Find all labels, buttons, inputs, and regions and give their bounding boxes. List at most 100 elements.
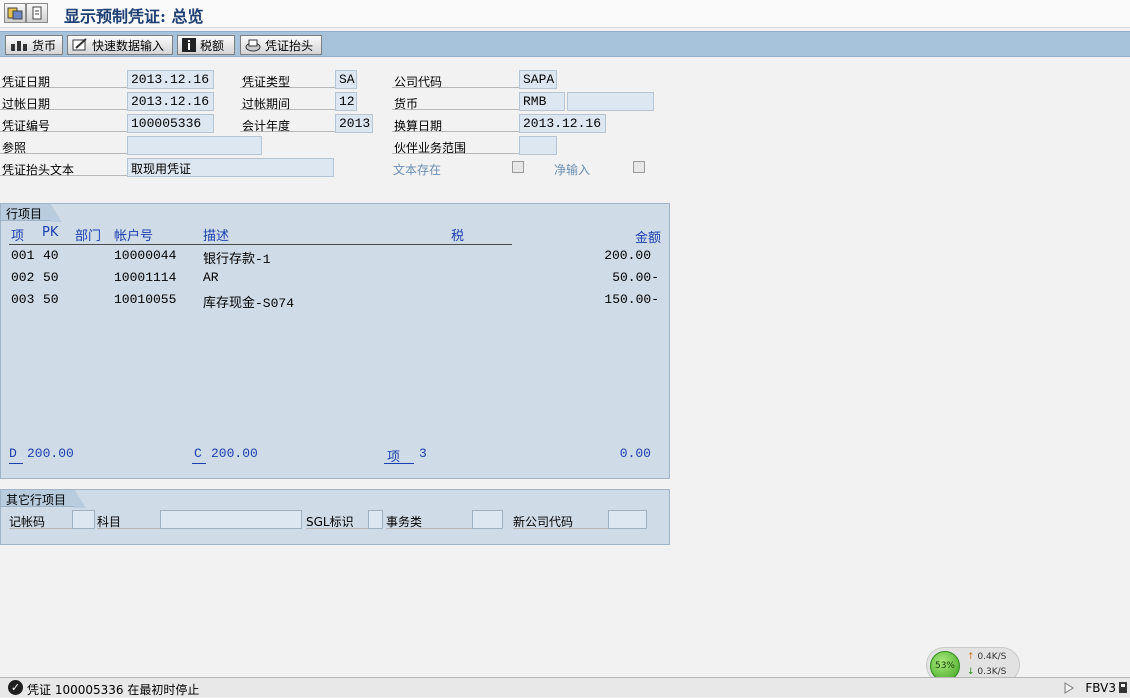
doc-number-label: 凭证编号 bbox=[2, 119, 51, 133]
row2-account[interactable]: 10001114 bbox=[114, 270, 176, 285]
row3-pk: 50 bbox=[43, 292, 59, 307]
document-icon bbox=[32, 6, 42, 20]
net-entry-label: 净输入 bbox=[554, 163, 591, 177]
debit-total-value: 200.00 bbox=[27, 446, 74, 461]
upload-speed-value: 0.4K/S bbox=[977, 652, 1007, 662]
posting-key-label: 记帐码 bbox=[9, 511, 72, 529]
line-items-panel-title: 行项目 bbox=[0, 203, 63, 222]
posting-date-label: 过帐日期 bbox=[2, 97, 51, 111]
transaction-type-label: 事务类 bbox=[386, 511, 472, 529]
col-header-description[interactable]: 描述 bbox=[203, 225, 229, 244]
new-company-code-label: 新公司代码 bbox=[513, 511, 608, 529]
item-count-value: 3 bbox=[419, 446, 427, 461]
reference-label: 参照 bbox=[2, 141, 27, 155]
transaction-code: FBV3 bbox=[1085, 681, 1116, 695]
company-code-label: 公司代码 bbox=[394, 75, 443, 89]
fast-entry-icon bbox=[72, 38, 87, 51]
fast-data-entry-label: 快速数据输入 bbox=[92, 38, 165, 53]
tax-amount-label: 税额 bbox=[200, 38, 225, 53]
up-arrow-icon: ↑ bbox=[967, 652, 975, 662]
row1-pk: 40 bbox=[43, 248, 59, 263]
row3-description: 库存现金-S074 bbox=[203, 296, 295, 311]
translation-date-label: 换算日期 bbox=[394, 119, 443, 133]
down-arrow-icon: ↓ bbox=[967, 667, 975, 677]
sgl-indicator-field[interactable] bbox=[368, 510, 383, 529]
line-items-panel: 行项目 项 PK 部门 帐户号 描述 税 金额 001 40 10000044 … bbox=[0, 203, 670, 479]
fiscal-year-field[interactable]: 2013 bbox=[335, 114, 373, 133]
application-toolbar: 货币 快速数据输入 税额 凭证抬头 bbox=[0, 31, 1130, 57]
text-exists-checkbox[interactable] bbox=[512, 161, 524, 173]
currency-extra-field[interactable] bbox=[567, 92, 654, 111]
row2-amount: 50.00- bbox=[612, 270, 659, 285]
item-count-underline bbox=[384, 463, 414, 464]
header-text-label: 凭证抬头文本 bbox=[2, 163, 75, 177]
row1-item[interactable]: 001 bbox=[11, 248, 34, 263]
tax-amount-button[interactable]: 税额 bbox=[177, 35, 235, 55]
row1-amount: 200.00 bbox=[604, 248, 651, 263]
balance-value: 0.00 bbox=[619, 446, 651, 461]
debit-total-label[interactable]: D bbox=[9, 446, 17, 461]
doc-type-field[interactable]: SA bbox=[335, 70, 357, 89]
currency-field[interactable]: RMB bbox=[519, 92, 565, 111]
header-divider bbox=[9, 244, 512, 245]
col-header-pk[interactable]: PK bbox=[42, 225, 58, 240]
layout-menu-button[interactable] bbox=[26, 3, 48, 23]
row1-account[interactable]: 10000044 bbox=[114, 248, 176, 263]
period-label: 过帐期间 bbox=[242, 97, 291, 111]
new-company-code-field[interactable] bbox=[608, 510, 647, 529]
upload-speed: ↑ 0.4K/S bbox=[967, 652, 1006, 662]
doc-type-label: 凭证类型 bbox=[242, 75, 291, 89]
col-header-dept[interactable]: 部门 bbox=[75, 225, 101, 244]
translation-date-field[interactable]: 2013.12.16 bbox=[519, 114, 606, 133]
account-field[interactable] bbox=[160, 510, 302, 529]
col-header-amount[interactable]: 金额 bbox=[635, 227, 661, 246]
system-menu-button[interactable] bbox=[4, 3, 26, 23]
reference-field[interactable] bbox=[127, 136, 262, 155]
download-speed-value: 0.3K/S bbox=[977, 667, 1007, 677]
credit-total-value: 200.00 bbox=[211, 446, 258, 461]
currency-button[interactable]: 货币 bbox=[5, 35, 63, 55]
header-text-field[interactable]: 取现用凭证 bbox=[127, 158, 334, 177]
row2-pk: 50 bbox=[43, 270, 59, 285]
company-code-field[interactable]: SAPA bbox=[519, 70, 557, 89]
text-exists-label: 文本存在 bbox=[393, 163, 442, 177]
other-line-item-panel: 其它行项目 记帐码 科目 SGL标识 事务类 新公司代码 bbox=[0, 489, 670, 545]
session-icon[interactable] bbox=[1118, 681, 1128, 694]
info-icon bbox=[182, 38, 196, 52]
fast-data-entry-button[interactable]: 快速数据输入 bbox=[67, 35, 173, 55]
row3-amount: 150.00- bbox=[604, 292, 659, 307]
currency-icon bbox=[11, 41, 27, 51]
row1-description: 银行存款-1 bbox=[203, 252, 271, 267]
document-header-button[interactable]: 凭证抬头 bbox=[240, 35, 322, 55]
partner-area-field[interactable] bbox=[519, 136, 557, 155]
posting-date-field[interactable]: 2013.12.16 bbox=[127, 92, 214, 111]
doc-date-label: 凭证日期 bbox=[2, 75, 51, 89]
row2-item[interactable]: 002 bbox=[11, 270, 34, 285]
col-header-account[interactable]: 帐户号 bbox=[114, 225, 153, 244]
posting-key-field[interactable] bbox=[72, 510, 95, 529]
col-header-item[interactable]: 项 bbox=[11, 225, 24, 244]
credit-total-label[interactable]: C bbox=[194, 446, 202, 461]
row2-description: AR bbox=[203, 270, 219, 285]
credit-label-underline bbox=[192, 463, 206, 464]
account-label: 科目 bbox=[97, 511, 160, 529]
title-bar: 显示预制凭证: 总览 bbox=[0, 0, 1130, 28]
row3-item[interactable]: 003 bbox=[11, 292, 34, 307]
doc-date-field[interactable]: 2013.12.16 bbox=[127, 70, 214, 89]
status-bar: ✓ 凭证 100005336 在最初时停止 FBV3 bbox=[0, 677, 1130, 697]
transaction-type-field[interactable] bbox=[472, 510, 503, 529]
net-entry-checkbox[interactable] bbox=[633, 161, 645, 173]
document-header-label: 凭证抬头 bbox=[265, 38, 314, 53]
play-triangle-icon[interactable] bbox=[1064, 682, 1074, 694]
row3-account[interactable]: 10010055 bbox=[114, 292, 176, 307]
document-header-icon bbox=[245, 39, 261, 52]
page-title: 显示预制凭证: 总览 bbox=[64, 7, 204, 26]
col-header-tax[interactable]: 税 bbox=[451, 225, 464, 244]
fiscal-year-label: 会计年度 bbox=[242, 119, 291, 133]
customize-icon bbox=[7, 7, 23, 20]
status-message[interactable]: 凭证 100005336 在最初时停止 bbox=[27, 681, 199, 698]
other-line-item-panel-title: 其它行项目 bbox=[0, 489, 87, 508]
period-field[interactable]: 12 bbox=[335, 92, 357, 111]
download-speed: ↓ 0.3K/S bbox=[967, 667, 1006, 677]
doc-number-field[interactable]: 100005336 bbox=[127, 114, 214, 133]
